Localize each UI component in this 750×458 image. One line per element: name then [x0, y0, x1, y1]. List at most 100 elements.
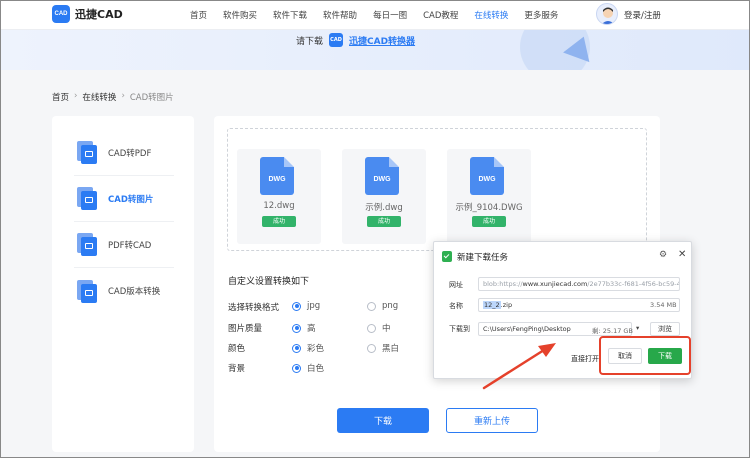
url-domain: www.xunjiecad.com [522, 280, 588, 288]
file-card[interactable]: DWG 示例_9104.DWG 成功 [447, 149, 531, 244]
quality-label: 图片质量 [228, 324, 263, 334]
open-direct-button[interactable]: 直接打开 [571, 354, 599, 364]
logo[interactable]: CAD 迅捷CAD [52, 5, 123, 23]
breadcrumb-separator: › [121, 91, 125, 101]
radio-label: 黑白 [382, 344, 400, 354]
status-badge: 成功 [472, 216, 506, 227]
banner-prefix: 请下载 [296, 36, 324, 47]
url-label: 网址 [449, 281, 463, 289]
sidebar-item-pdf-to-cad[interactable]: PDF转CAD [74, 222, 174, 268]
path-value: C:\Users\FengPing\Desktop [483, 325, 571, 333]
color-label: 颜色 [228, 344, 246, 354]
free-space: 剩: 25.17 GB [592, 327, 633, 335]
radio-label: 白色 [307, 364, 325, 374]
download-icon [442, 251, 452, 262]
status-badge: 成功 [367, 216, 401, 227]
dialog-header: 新建下载任务 ⚙ ✕ [434, 242, 691, 272]
format-option-png[interactable]: png [367, 301, 398, 311]
file-size: 3.54 MB [650, 301, 677, 309]
filename-selected: 12_2 [483, 301, 501, 309]
breadcrumb-separator: › [74, 91, 78, 101]
sidebar-item-cad-version[interactable]: CAD版本转换 [74, 268, 174, 314]
main-nav: 首页 软件购买 软件下载 软件帮助 每日一图 CAD教程 在线转换 更多服务 [190, 9, 574, 21]
download-button[interactable]: 下载 [337, 408, 429, 433]
nav-online-convert[interactable]: 在线转换 [474, 9, 508, 21]
breadcrumb-current: CAD转图片 [129, 93, 174, 103]
radio-icon [292, 301, 301, 311]
dwg-file-icon: DWG [260, 157, 294, 195]
color-option-color[interactable]: 彩色 [292, 342, 324, 354]
radio-label: jpg [307, 301, 321, 311]
file-name: 示例_9104.DWG [455, 203, 523, 213]
quality-option-medium[interactable]: 中 [367, 322, 391, 334]
annotation-arrow-icon [482, 343, 556, 390]
highlight-box [599, 336, 691, 375]
converter-download-link[interactable]: 迅捷CAD转换器 [349, 34, 415, 47]
background-option-white[interactable]: 白色 [292, 362, 324, 374]
breadcrumb: 首页 › 在线转换 › CAD转图片 [52, 91, 174, 103]
nav-tutorial[interactable]: CAD教程 [423, 9, 458, 21]
radio-icon [292, 323, 301, 333]
nav-help[interactable]: 软件帮助 [323, 9, 357, 21]
radio-label: 高 [307, 324, 316, 334]
sidebar-item-cad-to-pdf[interactable]: CAD转PDF [74, 130, 174, 176]
cad-to-pdf-icon [74, 140, 99, 165]
cad-to-image-icon [74, 186, 99, 211]
format-label: 选择转换格式 [228, 303, 280, 313]
settings-title: 自定义设置转换如下 [228, 277, 310, 287]
radio-label: png [382, 301, 399, 311]
reupload-button[interactable]: 重新上传 [446, 408, 538, 433]
logo-text: 迅捷CAD [75, 8, 123, 21]
dwg-file-icon: DWG [365, 157, 399, 195]
pdf-to-cad-icon [74, 232, 99, 257]
file-name: 示例.dwg [365, 203, 403, 213]
nav-buy[interactable]: 软件购买 [223, 9, 257, 21]
nav-more[interactable]: 更多服务 [524, 9, 558, 21]
radio-icon [367, 301, 376, 311]
breadcrumb-home[interactable]: 首页 [52, 91, 69, 103]
banner-text: 请下载 CAD 迅捷CAD转换器 [296, 33, 415, 47]
radio-icon [292, 363, 301, 373]
url-field[interactable]: blob:https://www.xunjiecad.com/2e77b33c-… [478, 277, 680, 291]
radio-icon [367, 323, 376, 333]
breadcrumb-online-convert[interactable]: 在线转换 [82, 91, 116, 103]
upload-dropzone[interactable]: DWG 12.dwg 成功 DWG 示例.dwg 成功 DWG 示例_9104.… [227, 128, 647, 251]
dwg-file-icon: DWG [470, 157, 504, 195]
dialog-title: 新建下载任务 [457, 253, 509, 263]
top-nav: CAD 迅捷CAD 首页 软件购买 软件下载 软件帮助 每日一图 CAD教程 在… [0, 0, 750, 30]
radio-icon [367, 343, 376, 353]
filename-ext: .zip [500, 301, 513, 309]
logo-icon: CAD [52, 5, 70, 23]
radio-label: 彩色 [307, 344, 325, 354]
name-label: 名称 [449, 302, 463, 310]
chevron-down-icon[interactable]: ▾ [636, 324, 639, 332]
file-card[interactable]: DWG 12.dwg 成功 [237, 149, 321, 244]
converter-app-icon: CAD [329, 33, 344, 47]
background-label: 背景 [228, 364, 246, 374]
avatar-icon [601, 7, 615, 24]
file-card[interactable]: DWG 示例.dwg 成功 [342, 149, 426, 244]
sidebar-item-label: PDF转CAD [108, 240, 152, 251]
radio-label: 中 [382, 324, 391, 334]
quality-option-high[interactable]: 高 [292, 322, 316, 334]
sidebar-item-cad-to-image[interactable]: CAD转图片 [74, 176, 174, 222]
sidebar-item-label: CAD转PDF [108, 148, 152, 159]
avatar[interactable] [596, 3, 618, 25]
color-option-bw[interactable]: 黑白 [367, 342, 399, 354]
settings-icon[interactable]: ⚙ [659, 250, 667, 260]
file-name: 12.dwg [263, 201, 295, 211]
sidebar-item-label: CAD转图片 [108, 194, 154, 205]
status-badge: 成功 [262, 216, 296, 227]
sidebar-item-label: CAD版本转换 [108, 287, 161, 297]
nav-home[interactable]: 首页 [190, 9, 207, 21]
format-option-jpg[interactable]: jpg [292, 301, 320, 311]
nav-download[interactable]: 软件下载 [273, 9, 307, 21]
url-prefix: blob:https:// [483, 280, 523, 288]
login-link[interactable]: 登录/注册 [624, 9, 661, 21]
nav-daily[interactable]: 每日一图 [373, 9, 407, 21]
cad-version-icon [74, 279, 99, 304]
browse-button[interactable]: 浏览 [650, 322, 680, 336]
url-rest: /2e77b33c-f681-4f56-bc59-4c7d8a [587, 280, 679, 288]
close-icon[interactable]: ✕ [678, 249, 686, 260]
sidebar: CAD转PDF CAD转图片 PDF转CAD CAD版本转换 [52, 116, 194, 452]
